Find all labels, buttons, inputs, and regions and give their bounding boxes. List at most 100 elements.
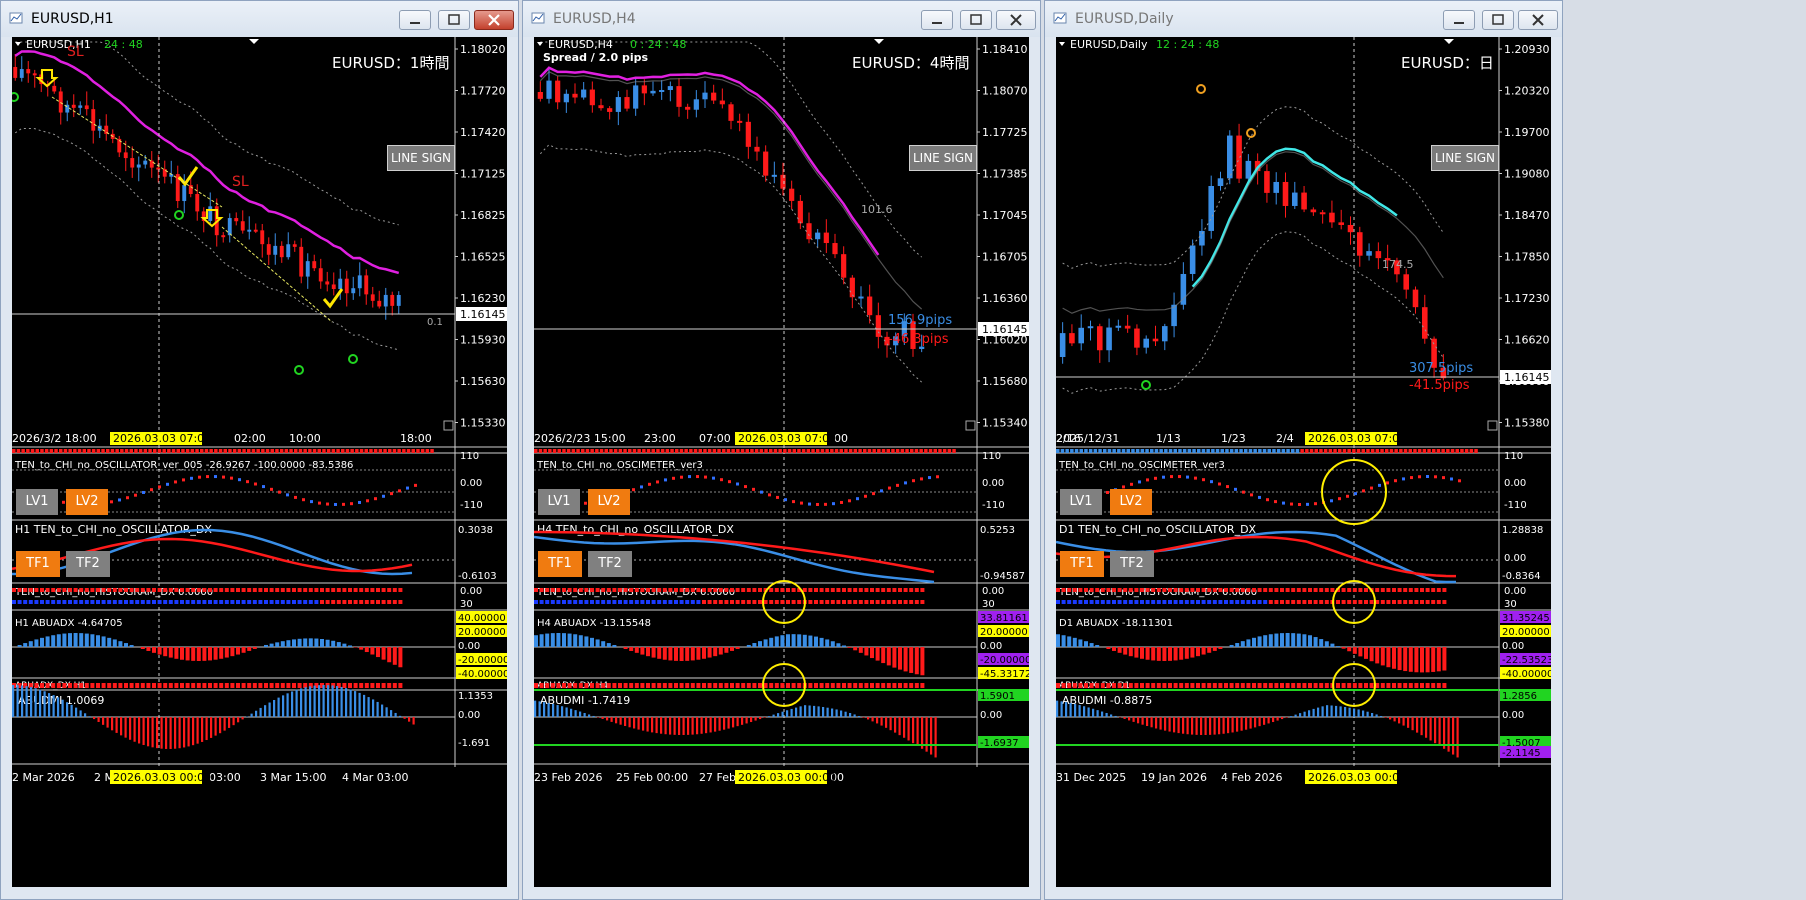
histogram-cell <box>746 588 751 592</box>
target-circle-icon <box>174 210 184 220</box>
maximize-button[interactable] <box>960 10 992 30</box>
trend-strip-bar <box>171 449 176 453</box>
candle-body <box>1282 181 1289 206</box>
histogram-cell <box>1218 588 1223 592</box>
histogram-cell <box>325 600 330 604</box>
abuadx-bar <box>797 634 802 647</box>
abuadx-bar <box>657 647 662 659</box>
close-button[interactable] <box>474 10 514 30</box>
tf1-button[interactable]: TF1 <box>1060 551 1104 577</box>
candle-body <box>1403 274 1409 290</box>
chart-area[interactable]: 1.18020 1.17720 1.17420 1.17125 1.16825 1.165… <box>12 37 507 887</box>
tf1-button[interactable]: TF1 <box>16 551 60 577</box>
candle-body <box>875 315 881 337</box>
lv1-button[interactable]: LV1 <box>1060 489 1102 515</box>
abuadx-dx-cell <box>1072 683 1077 688</box>
maximize-button[interactable] <box>1482 10 1514 30</box>
histogram-cell <box>1078 588 1083 592</box>
abudmi-bar <box>871 717 874 722</box>
close-button[interactable] <box>996 10 1036 30</box>
histogram-cell <box>836 588 841 592</box>
histogram-tick: 0.00 <box>460 586 482 597</box>
abudmi-bar <box>295 689 298 717</box>
trend-strip-bar <box>359 449 364 453</box>
line-sign-button[interactable]: LINE SIGN <box>909 145 977 171</box>
abuadx-bar <box>853 647 858 651</box>
abuadx-bar <box>196 647 201 661</box>
abuadx-dx-cell <box>185 683 190 688</box>
dropdown-arrow-icon[interactable] <box>537 42 543 46</box>
countdown-timer: 24 : 48 <box>104 38 143 51</box>
tf2-button[interactable]: TF2 <box>588 551 632 577</box>
oscillator-dot <box>1138 480 1141 484</box>
trend-strip-bar <box>660 449 665 453</box>
minimize-button[interactable] <box>921 10 953 30</box>
trend-strip-bar <box>656 449 660 453</box>
abuadx-bar <box>17 645 22 647</box>
oscillator-dot <box>342 502 345 506</box>
abuadx-bar <box>297 638 302 647</box>
trend-strip-bar <box>764 449 768 453</box>
abuadx-bar <box>236 647 240 655</box>
title-bar[interactable]: EURUSD,Daily <box>1045 1 1562 37</box>
autoscroll-icon[interactable] <box>965 420 976 431</box>
tf2-button[interactable]: TF2 <box>66 551 110 577</box>
trend-strip-bar <box>1417 449 1422 453</box>
histogram-cell <box>146 588 151 592</box>
histogram-cell <box>651 588 656 592</box>
lv1-button[interactable]: LV1 <box>16 489 58 515</box>
title-bar[interactable]: EURUSD,H1 <box>1 1 518 37</box>
oscillator-dot <box>1306 502 1309 506</box>
lv2-button[interactable]: LV2 <box>1110 489 1152 515</box>
chart-window-h1[interactable]: EURUSD,H1 1.18020 1.17720 1.17420 1.17125 1.… <box>0 0 519 900</box>
abuadx-tick: -20.00000 <box>980 655 1029 666</box>
histogram-cell <box>1319 600 1324 604</box>
abuadx-bar <box>830 641 835 647</box>
abuadx-dx-cell <box>797 683 802 688</box>
chart-window-daily[interactable]: EURUSD,Daily 1.20930 1.20320 1.19700 1.1908… <box>1044 0 1563 900</box>
chart-window-h4[interactable]: EURUSD,H4 1.18410 1.18070 1.17725 1.17385 1.… <box>522 0 1041 900</box>
minimize-button[interactable] <box>399 10 431 30</box>
candle-body <box>208 206 213 221</box>
abuadx-dx-cell <box>342 683 347 688</box>
bottom-time-label: 2 Mar 2026 <box>12 771 75 784</box>
abudmi-bar <box>1141 717 1144 725</box>
trend-strip-bar <box>646 449 651 453</box>
candle-body <box>1301 192 1307 210</box>
oscillator-dot <box>744 485 747 489</box>
autoscroll-icon[interactable] <box>1487 420 1498 431</box>
line-sign-button[interactable]: LINE SIGN <box>1431 145 1499 171</box>
trend-strip-bar <box>355 449 359 453</box>
lv1-button[interactable]: LV1 <box>538 489 580 515</box>
trend-strip-bar <box>1211 449 1215 453</box>
abuadx-dx-cell <box>595 683 600 688</box>
dropdown-arrow-icon[interactable] <box>1059 42 1065 46</box>
trend-strip-bar <box>1422 449 1427 453</box>
autoscroll-icon[interactable] <box>443 420 454 431</box>
histogram-cell <box>679 600 684 604</box>
chart-area[interactable]: 1.18410 1.18070 1.17725 1.17385 1.17045 1.167… <box>534 37 1029 887</box>
minimize-button[interactable] <box>1443 10 1475 30</box>
tf2-button[interactable]: TF2 <box>1110 551 1154 577</box>
close-button[interactable] <box>1518 10 1558 30</box>
trend-strip-bar <box>1403 449 1408 453</box>
lv2-button[interactable]: LV2 <box>588 489 630 515</box>
trend-strip-bar <box>552 449 557 453</box>
abuadx-dx-cell <box>1240 683 1245 688</box>
candle-body <box>841 254 847 278</box>
lv2-button[interactable]: LV2 <box>66 489 108 515</box>
abuadx-dx-cell <box>1145 683 1150 688</box>
chart-area[interactable]: 1.20930 1.20320 1.19700 1.19080 1.18470 1.178… <box>1056 37 1551 887</box>
title-bar[interactable]: EURUSD,H4 <box>523 1 1040 37</box>
abuadx-dx-cell <box>236 683 240 688</box>
abuadx-bar <box>140 647 145 650</box>
maximize-button[interactable] <box>438 10 470 30</box>
abuadx-bar <box>292 639 296 647</box>
dropdown-arrow-icon[interactable] <box>15 42 21 46</box>
trend-strip-bar <box>261 449 265 453</box>
line-sign-button[interactable]: LINE SIGN <box>387 145 455 171</box>
abuadx-dx-cell <box>124 683 128 688</box>
tf1-button[interactable]: TF1 <box>538 551 582 577</box>
histogram-cell <box>1173 600 1178 604</box>
pips-up-label: 156.9pips <box>888 313 952 328</box>
